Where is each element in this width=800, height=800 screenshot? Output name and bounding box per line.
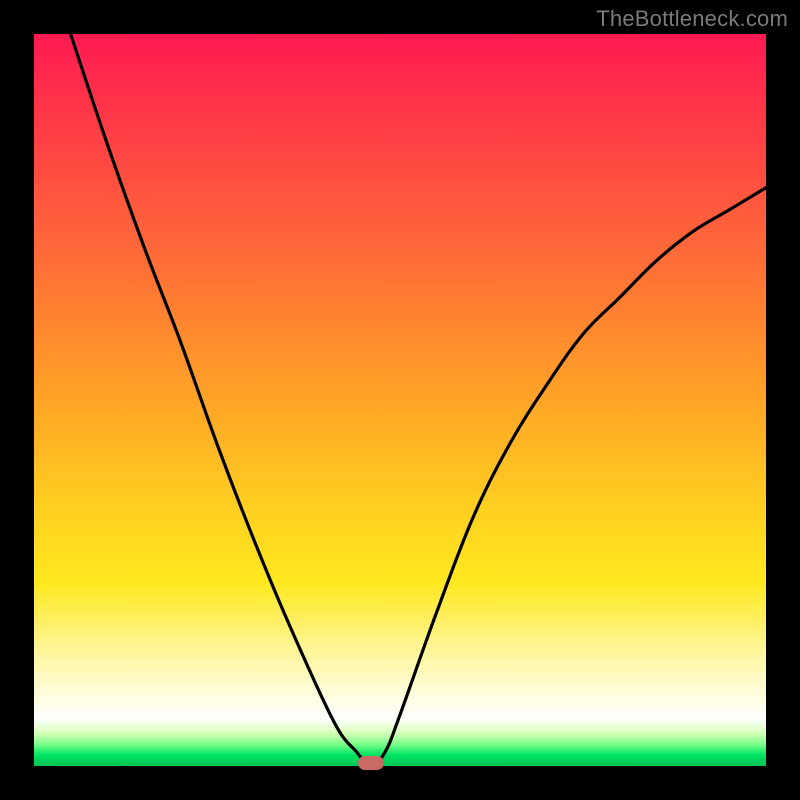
chart-frame: TheBottleneck.com: [0, 0, 800, 800]
plot-area: [34, 34, 766, 766]
watermark-text: TheBottleneck.com: [596, 6, 788, 32]
curve-svg: [34, 34, 766, 766]
minimum-marker: [358, 756, 384, 770]
bottleneck-curve-path: [71, 34, 766, 766]
